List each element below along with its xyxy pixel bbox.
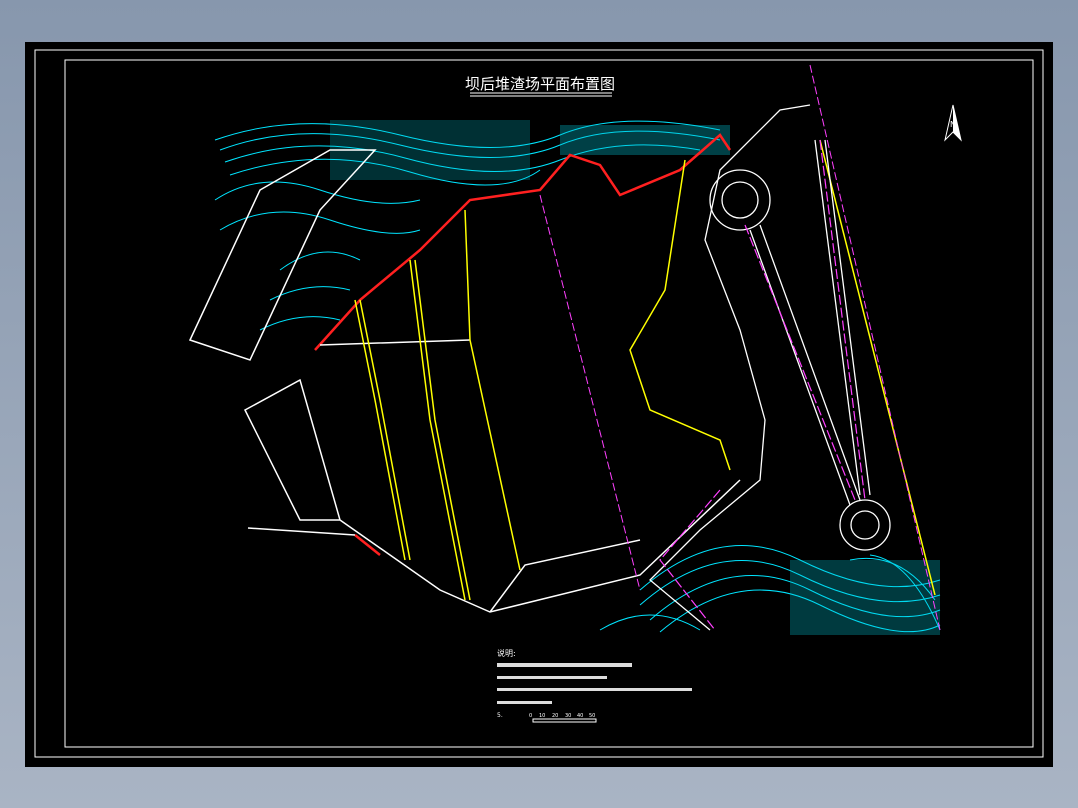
svg-text:40: 40 (577, 713, 583, 719)
terrain-contours (214, 120, 941, 633)
centerline (539, 194, 641, 591)
outer-frame (34, 49, 1044, 758)
svg-text:10: 10 (539, 713, 545, 719)
notes-lines (497, 663, 692, 704)
scale-bar: 5. 0 10 20 30 40 50 (497, 712, 597, 723)
access-road (649, 104, 891, 631)
svg-text:5.: 5. (497, 712, 503, 719)
bench-lines (354, 139, 936, 601)
notes-heading: 说明: (497, 648, 516, 658)
north-arrow: N (944, 104, 962, 142)
svg-text:30: 30 (565, 713, 571, 719)
svg-text:50: 50 (589, 713, 595, 719)
contour-dense-area (790, 560, 940, 635)
cad-drawing: 坝后堆渣场平面布置图 N 说明: 5. 0 10 20 30 40 50 (34, 49, 1044, 758)
svg-text:0: 0 (529, 713, 532, 719)
svg-text:20: 20 (552, 713, 558, 719)
boundary-centerline (809, 64, 941, 631)
contour-dense-area (560, 125, 730, 155)
drawing-title: 坝后堆渣场平面布置图 (465, 75, 615, 93)
svg-text:N: N (950, 120, 956, 129)
